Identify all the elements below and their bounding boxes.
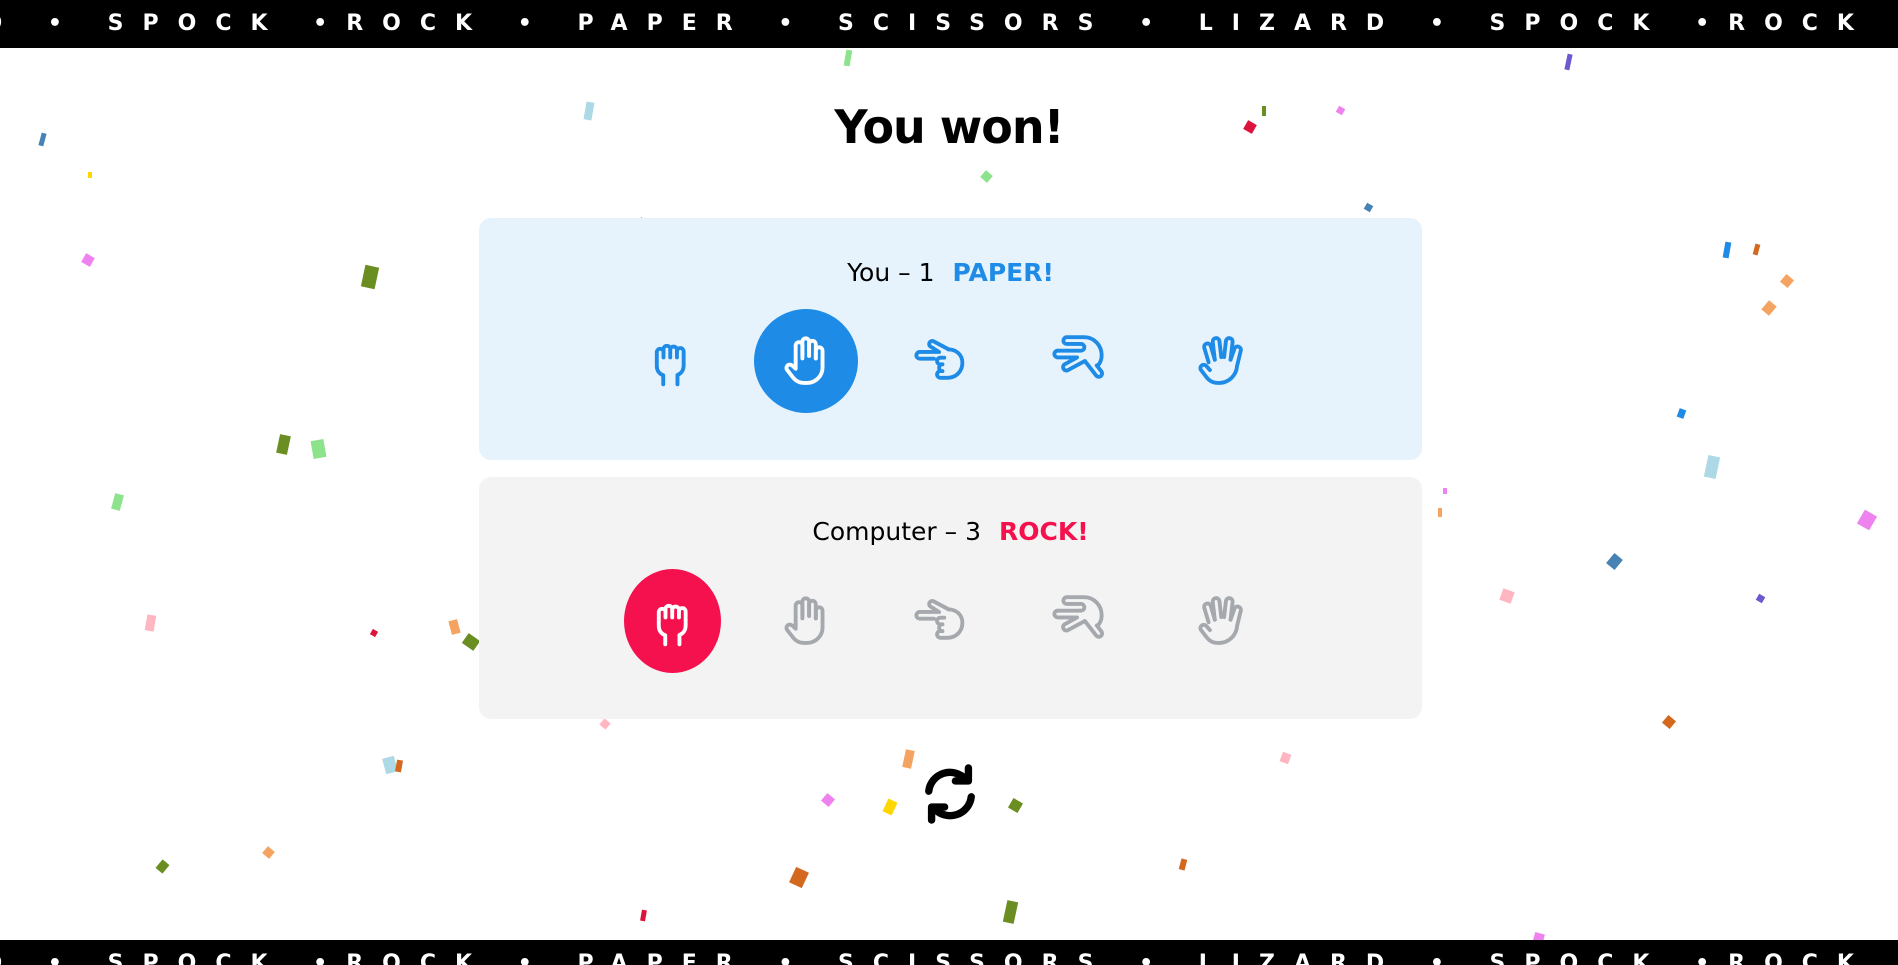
player-choice-label: PAPER! <box>952 258 1054 287</box>
marquee-banner-bottom: D • SPOCK •ROCK • PAPER • SCISSORS • LIZ… <box>0 940 1898 965</box>
player-panel: You – 1 PAPER! <box>479 218 1422 460</box>
lizard-hand-icon <box>1052 595 1104 639</box>
result-title: You won! <box>834 100 1064 154</box>
player-header: You – 1 PAPER! <box>479 258 1422 287</box>
player-scissors-button[interactable] <box>891 309 995 413</box>
computer-scissors-icon-slot <box>891 569 995 673</box>
computer-choice-label: ROCK! <box>998 517 1089 546</box>
computer-spock-icon-slot <box>1169 569 1273 673</box>
paper-hand-icon <box>784 596 825 645</box>
player-paper-button[interactable] <box>754 309 858 413</box>
player-lizard-button[interactable] <box>1029 309 1133 413</box>
lizard-hand-icon <box>1052 335 1104 379</box>
marquee-text: D • SPOCK •ROCK • PAPER • SCISSORS • LIZ… <box>0 951 1898 965</box>
scissors-hand-icon <box>914 339 965 380</box>
rock-fist-icon <box>654 343 686 387</box>
reset-button[interactable] <box>914 758 986 830</box>
rock-fist-icon <box>656 603 688 647</box>
computer-rock-icon-slot <box>624 569 721 673</box>
computer-paper-icon-slot <box>754 569 858 673</box>
paper-hand-icon <box>784 336 825 385</box>
marquee-banner-top: D • SPOCK •ROCK • PAPER • SCISSORS • LIZ… <box>0 0 1898 48</box>
spock-hand-icon <box>1198 336 1243 385</box>
computer-lizard-icon-slot <box>1029 569 1133 673</box>
player-rock-button[interactable] <box>619 309 723 413</box>
player-spock-button[interactable] <box>1169 309 1273 413</box>
computer-score-label: Computer – 3 <box>812 517 981 546</box>
player-score-label: You – 1 <box>847 258 935 287</box>
computer-panel: Computer – 3 ROCK! <box>479 477 1422 719</box>
spock-hand-icon <box>1198 596 1243 645</box>
refresh-icon <box>925 764 975 824</box>
marquee-text: D • SPOCK •ROCK • PAPER • SCISSORS • LIZ… <box>0 11 1898 36</box>
scissors-hand-icon <box>914 599 965 640</box>
computer-header: Computer – 3 ROCK! <box>479 517 1422 546</box>
